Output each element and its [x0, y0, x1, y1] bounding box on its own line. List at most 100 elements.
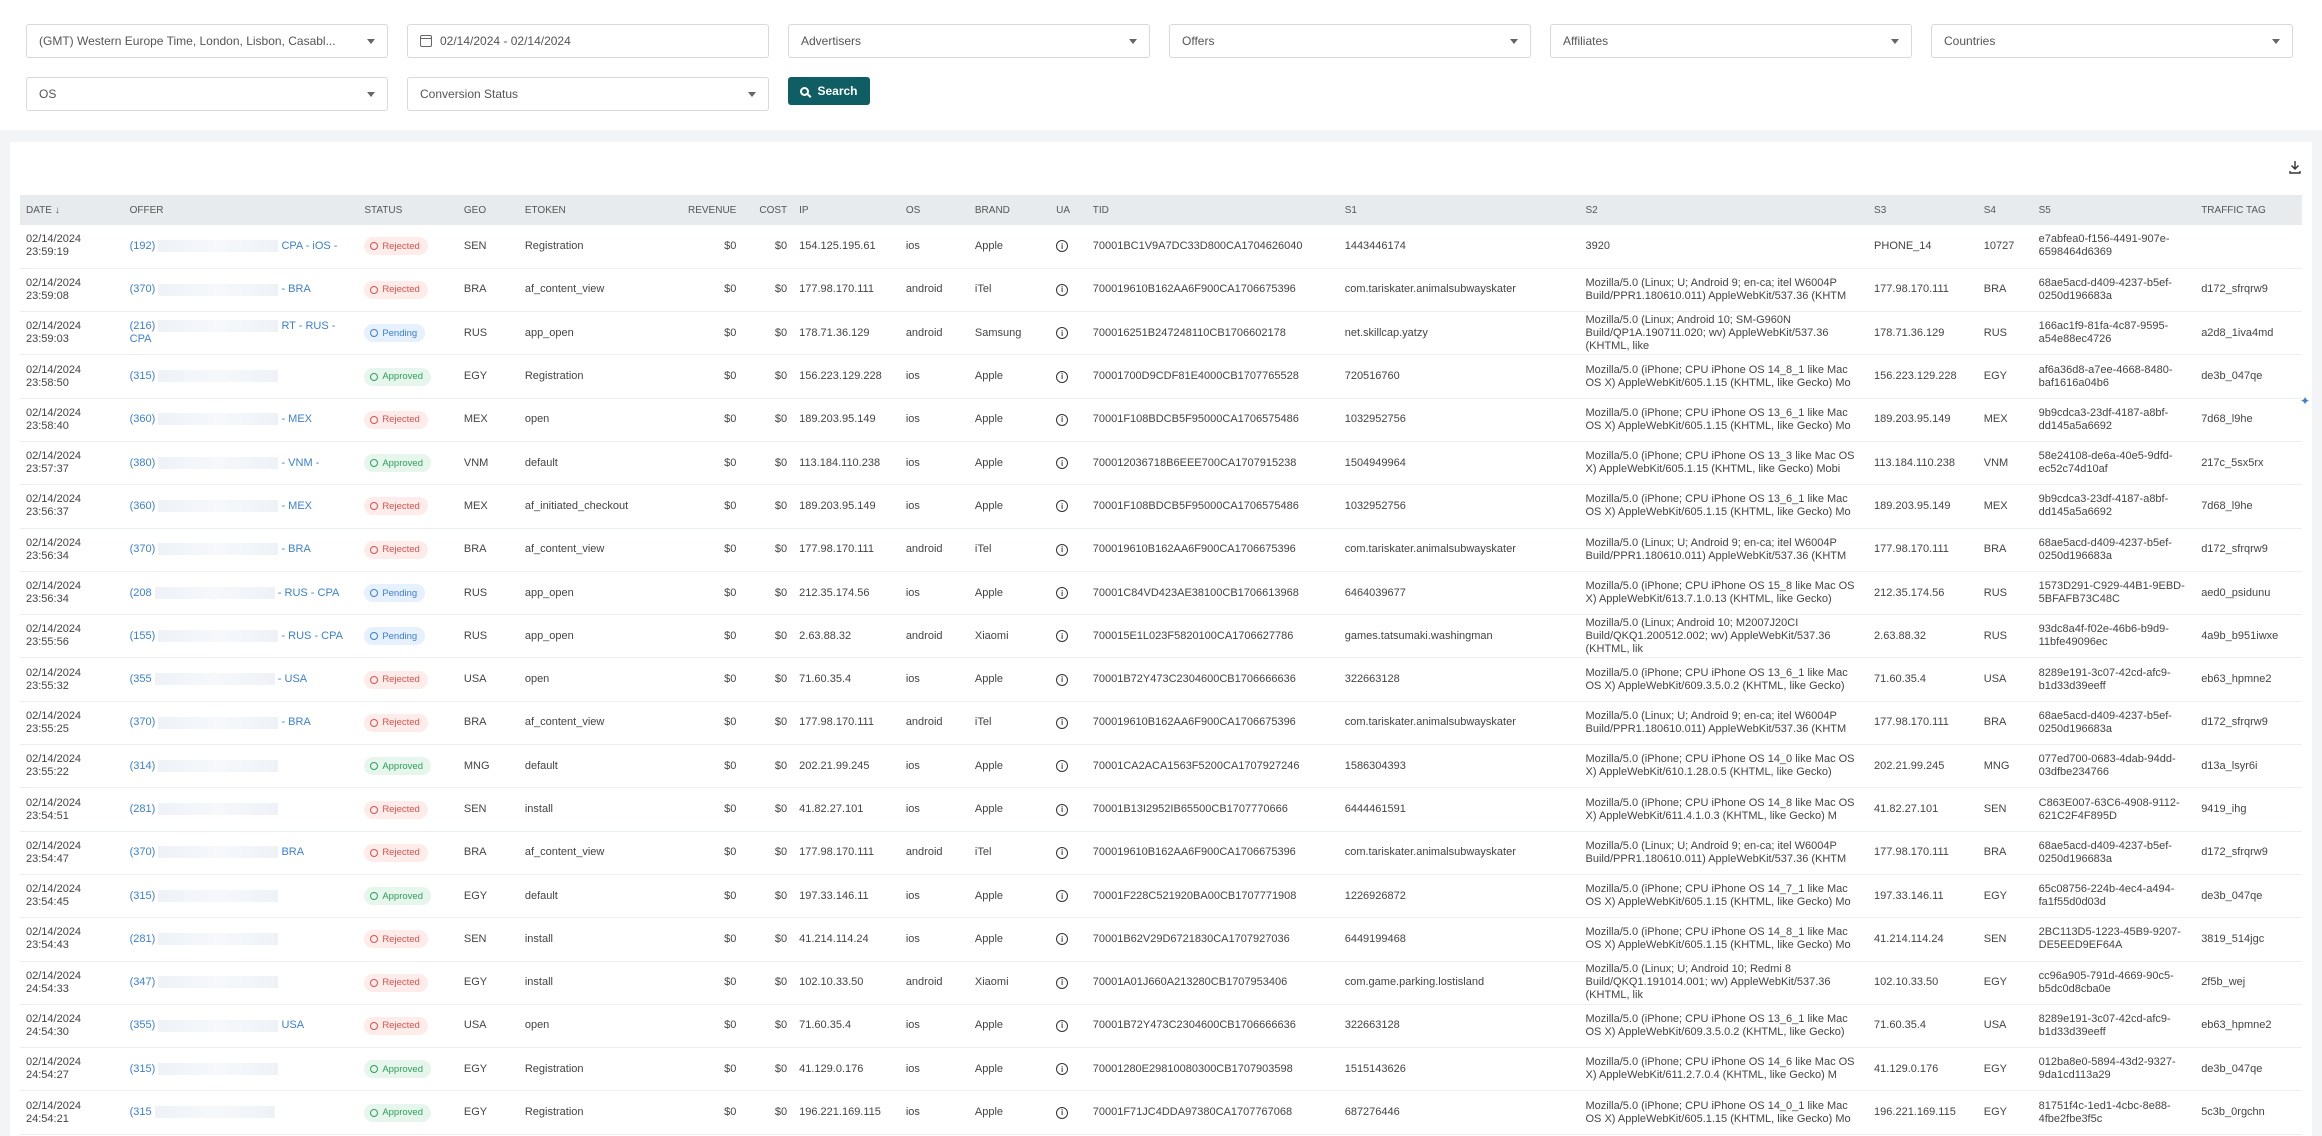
column-header-status[interactable]: STATUS [358, 195, 458, 225]
conversion-status-select[interactable]: Conversion Status [407, 77, 769, 111]
table-row[interactable]: 02/14/2024 23:55:56 (155) - RUS - CPA Pendi… [20, 615, 2302, 658]
table-row[interactable]: 02/14/2024 23:56:34 (208 - RUS - CPA Pendin… [20, 571, 2302, 615]
column-header-s5[interactable]: S5 [2033, 195, 2196, 225]
countries-select[interactable]: Countries [1931, 24, 2293, 58]
column-header-geo[interactable]: GEO [458, 195, 519, 225]
column-header-revenue[interactable]: REVENUE [681, 195, 742, 225]
column-header-s4[interactable]: S4 [1978, 195, 2033, 225]
info-icon[interactable]: i [1056, 890, 1069, 903]
offer-link[interactable]: (370) - BRA [130, 716, 311, 729]
offer-link[interactable]: (216) RT - RUS - CPA [130, 320, 336, 345]
info-icon[interactable]: i [1056, 803, 1069, 816]
info-icon[interactable]: i [1056, 760, 1069, 773]
table-row[interactable]: 02/14/2024 23:56:37 (360) - MEX Rejected MEX… [20, 485, 2302, 529]
cell-status: Rejected [358, 658, 458, 701]
info-icon[interactable]: i [1056, 1063, 1069, 1076]
info-icon[interactable]: i [1056, 327, 1069, 340]
column-header-offer[interactable]: OFFER [124, 195, 359, 225]
table-row[interactable]: 02/14/2024 23:54:43 (281) Rejected SEN insta… [20, 918, 2302, 962]
table-row[interactable]: 02/14/2024 23:56:34 (370) - BRA Rejected BRA… [20, 528, 2302, 572]
offer-link[interactable]: (380) - VNM - [130, 457, 319, 469]
table-row[interactable]: 02/14/2024 23:58:50 (315) Approved EGY Regis… [20, 355, 2302, 399]
column-header-brand[interactable]: BRAND [969, 195, 1050, 225]
offer-link[interactable]: (360) - MEX [130, 500, 312, 513]
info-icon[interactable]: i [1056, 630, 1069, 643]
info-icon[interactable]: i [1056, 543, 1069, 556]
download-icon[interactable] [2288, 160, 2302, 174]
offer-link[interactable]: (192) CPA - iOS - [130, 240, 337, 252]
table-row[interactable]: 02/14/2024 23:59:19 (192) CPA - iOS - Rejec… [20, 225, 2302, 269]
table-row[interactable]: 02/14/2024 23:55:25 (370) - BRA Rejected BRA… [20, 701, 2302, 745]
offer-link[interactable]: (281) [130, 803, 279, 816]
offer-link[interactable]: (360) - MEX [130, 413, 312, 426]
column-header-tid[interactable]: TID [1087, 195, 1339, 225]
cell-etoken: default [524, 456, 558, 469]
info-icon[interactable]: i [1056, 457, 1069, 470]
table-row[interactable]: 02/14/2024 24:54:33 (347) Rejected EGY insta… [20, 961, 2302, 1005]
cell-ip: 178.71.36.129 [799, 326, 870, 339]
offer-link[interactable]: (315) [130, 890, 279, 902]
cell-cost: $0 [774, 629, 788, 642]
info-icon[interactable]: i [1056, 413, 1069, 426]
offers-select[interactable]: Offers [1169, 24, 1531, 58]
timezone-select[interactable]: (GMT) Western Europe Time, London, Lisbo… [26, 24, 388, 58]
info-icon[interactable]: i [1056, 673, 1069, 686]
sparkle-icon[interactable]: ✦ [2300, 394, 2312, 408]
table-row[interactable]: 02/14/2024 24:54:21 (315 Approved EGY Regist… [20, 1091, 2302, 1135]
table-row[interactable]: 02/14/2024 23:55:22 (314) Approved MNG defau… [20, 745, 2302, 788]
offer-link[interactable]: (208 - RUS - CPA [130, 587, 339, 599]
table-row[interactable]: 02/14/2024 23:58:40 (360) - MEX Rejected MEX… [20, 398, 2302, 442]
table-row[interactable]: 02/14/2024 23:59:03 (216) RT - RUS - CPA Pe… [20, 312, 2302, 355]
info-icon[interactable]: i [1056, 1019, 1069, 1032]
column-header-cost[interactable]: COST [742, 195, 793, 225]
table-row[interactable]: 02/14/2024 23:54:51 (281) Rejected SEN insta… [20, 788, 2302, 832]
offer-link[interactable]: (355 - USA [130, 673, 307, 686]
redacted-text [154, 673, 275, 686]
info-icon[interactable]: i [1056, 1106, 1069, 1119]
offer-link[interactable]: (315 [130, 1106, 275, 1119]
info-icon[interactable]: i [1056, 240, 1069, 253]
info-icon[interactable]: i [1056, 500, 1069, 513]
info-icon[interactable]: i [1056, 370, 1069, 383]
search-button[interactable]: Search [788, 77, 870, 105]
offer-link[interactable]: (370) BRA [130, 846, 304, 859]
offer-link[interactable]: (355) USA [130, 1019, 304, 1032]
offer-link[interactable]: (315) [130, 370, 279, 383]
table-row[interactable]: 02/14/2024 24:54:27 (315) Approved EGY Regis… [20, 1048, 2302, 1091]
table-row[interactable]: 02/14/2024 23:57:37 (380) - VNM - Approved V… [20, 441, 2302, 485]
table-row[interactable]: 02/14/2024 24:54:30 (355) USA Rejected USA op… [20, 1004, 2302, 1048]
info-icon[interactable]: i [1056, 283, 1069, 296]
column-header-s3[interactable]: S3 [1868, 195, 1978, 225]
info-icon[interactable]: i [1056, 976, 1069, 989]
os-select[interactable]: OS [26, 77, 388, 111]
cell-date: 02/14/2024 23:57:37 [26, 450, 82, 476]
column-header-ip[interactable]: IP [793, 195, 900, 225]
column-header-s2[interactable]: S2 [1580, 195, 1869, 225]
offer-link[interactable]: (370) - BRA [130, 543, 311, 556]
column-header-date[interactable]: DATE ↓ [20, 195, 124, 225]
affiliates-select[interactable]: Affiliates [1550, 24, 1912, 58]
cell-s1: 6464039677 [1344, 586, 1406, 599]
offer-link[interactable]: (155) - RUS - CPA [130, 630, 343, 642]
cell-brand: Apple [974, 1019, 1004, 1032]
column-header-ua[interactable]: UA [1050, 195, 1087, 225]
column-header-etoken[interactable]: ETOKEN [519, 195, 682, 225]
offer-link[interactable]: (281) [130, 933, 279, 945]
info-icon[interactable]: i [1056, 933, 1069, 946]
date-range-picker[interactable]: 02/14/2024 - 02/14/2024 [407, 24, 769, 58]
column-header-traffic-tag[interactable]: TRAFFIC TAG [2195, 195, 2302, 225]
offer-link[interactable]: (347) [130, 976, 279, 989]
offer-link[interactable]: (315) [130, 1063, 279, 1075]
table-row[interactable]: 02/14/2024 23:54:47 (370) BRA Rejected BRA af… [20, 831, 2302, 875]
offer-link[interactable]: (370) - BRA [130, 283, 311, 296]
table-row[interactable]: 02/14/2024 23:59:08 (370) - BRA Rejected BRA… [20, 268, 2302, 312]
offer-link[interactable]: (314) [130, 760, 279, 772]
info-icon[interactable]: i [1056, 846, 1069, 859]
advertisers-select[interactable]: Advertisers [788, 24, 1150, 58]
column-header-os[interactable]: OS [900, 195, 969, 225]
info-icon[interactable]: i [1056, 716, 1069, 729]
table-row[interactable]: 02/14/2024 23:55:32 (355 - USA Rejected USA o… [20, 658, 2302, 702]
table-row[interactable]: 02/14/2024 23:54:45 (315) Approved EGY defau… [20, 874, 2302, 918]
info-icon[interactable]: i [1056, 587, 1069, 600]
column-header-s1[interactable]: S1 [1339, 195, 1580, 225]
